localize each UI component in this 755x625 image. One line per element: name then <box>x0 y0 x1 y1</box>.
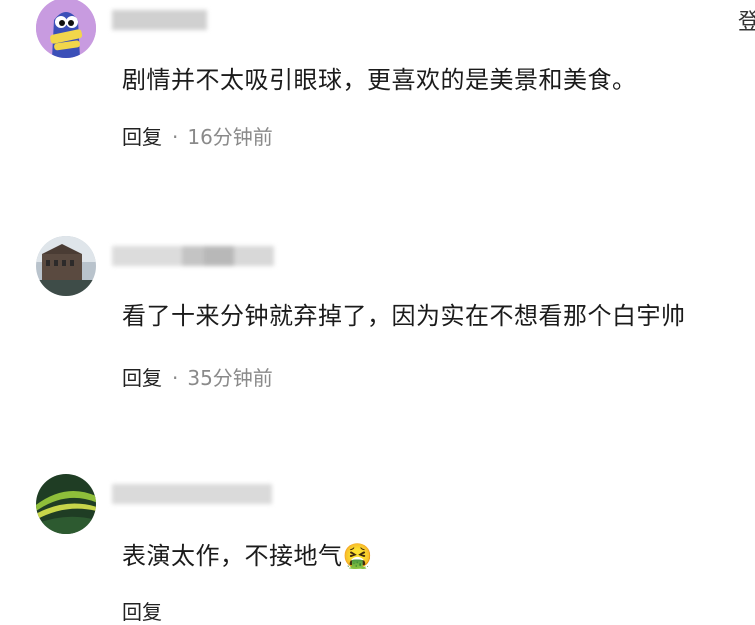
comment-text-content: 表演太作，不接地气 <box>122 542 343 570</box>
username-blurred[interactable] <box>112 10 207 30</box>
cartoon-monster-avatar-icon <box>36 0 96 58</box>
leaf-photo-avatar-icon <box>36 474 96 534</box>
comment-text: 表演太作，不接地气🤮 <box>122 536 373 571</box>
avatar[interactable] <box>36 236 96 296</box>
comment-meta: 回复 · 35分钟前 <box>122 362 273 391</box>
comment-meta: 回复 · 16分钟前 <box>122 121 273 150</box>
avatar[interactable] <box>36 474 96 534</box>
comment-meta-clipped: 回复 <box>122 596 162 625</box>
separator-dot: · <box>172 125 179 149</box>
reply-button[interactable]: 回复 <box>122 600 162 624</box>
comment-time: 35分钟前 <box>187 366 273 390</box>
building-photo-avatar-icon <box>36 236 96 296</box>
comment-text: 看了十来分钟就弃掉了，因为实在不想看那个白宇帅 <box>122 302 686 330</box>
avatar[interactable] <box>36 0 96 58</box>
reply-button[interactable]: 回复 <box>122 366 162 390</box>
separator-dot: · <box>172 366 179 390</box>
comment-time: 16分钟前 <box>187 125 273 149</box>
reply-button[interactable]: 回复 <box>122 125 162 149</box>
username-blurred[interactable] <box>112 484 272 504</box>
corner-clipped-text: 登 <box>738 10 755 35</box>
username-blurred[interactable] <box>112 246 274 266</box>
vomiting-face-emoji-icon: 🤮 <box>342 542 373 570</box>
comment-text: 剧情并不太吸引眼球，更喜欢的是美景和美食。 <box>122 66 637 94</box>
